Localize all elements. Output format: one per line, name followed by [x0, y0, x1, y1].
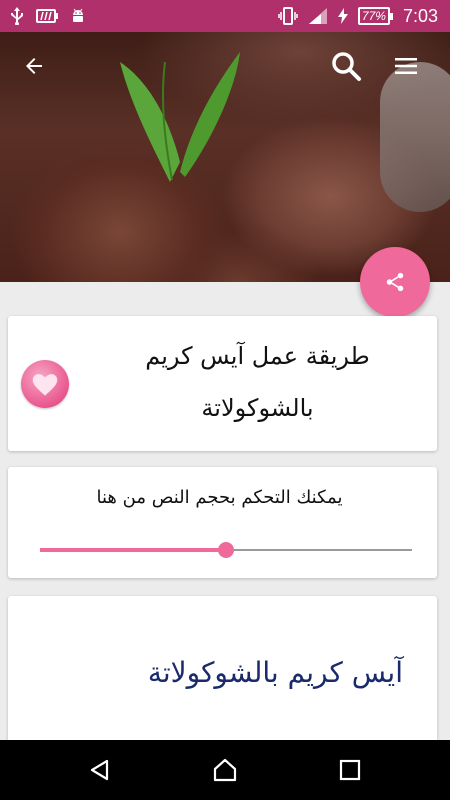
favorite-button[interactable]	[21, 360, 69, 408]
vibrate-icon	[278, 7, 298, 25]
android-icon	[73, 8, 83, 22]
text-size-slider[interactable]	[40, 542, 412, 558]
heart-icon	[32, 374, 58, 396]
text-size-label: يمكنك التحكم بحجم النص من هنا	[96, 487, 343, 508]
recipe-image	[0, 32, 450, 282]
menu-icon	[395, 58, 417, 74]
recipe-content-card: آيس كريم بالشوكولاتة	[8, 596, 437, 756]
recipe-title-card: طريقة عمل آيس كريم بالشوكولاتة	[8, 316, 437, 451]
back-button[interactable]	[16, 48, 52, 84]
mint-leaf-image	[120, 52, 240, 182]
status-time: 7:03	[402, 5, 438, 26]
slider-thumb[interactable]	[218, 542, 234, 558]
search-icon	[332, 52, 361, 81]
usb-icon	[11, 7, 23, 25]
nav-back-icon	[90, 759, 109, 781]
search-button[interactable]	[328, 48, 364, 84]
signal-icon	[308, 8, 327, 24]
nav-home-button[interactable]	[205, 750, 245, 790]
status-bar: 77% 7:03	[0, 0, 450, 32]
recipe-title: طريقة عمل آيس كريم بالشوكولاتة	[145, 342, 370, 422]
notification-icons	[10, 0, 86, 32]
home-icon	[213, 758, 237, 782]
text-size-card: يمكنك التحكم بحجم النص من هنا	[8, 467, 437, 578]
nav-recents-button[interactable]	[330, 750, 370, 790]
arrow-back-icon	[26, 58, 42, 74]
recipe-heading: آيس كريم بالشوكولاتة	[147, 656, 403, 689]
menu-button[interactable]	[388, 48, 424, 84]
share-icon	[386, 272, 404, 292]
share-button[interactable]	[360, 247, 430, 317]
battery-percent: 77%	[357, 7, 390, 25]
battery-indicator: 77%	[357, 7, 393, 25]
slider-fill	[40, 548, 226, 552]
system-icons: 77% 7:03	[278, 0, 438, 32]
nav-back-button[interactable]	[80, 750, 120, 790]
battery-alert-icon	[36, 9, 58, 23]
recents-icon	[339, 759, 361, 781]
charging-icon	[337, 8, 348, 24]
navigation-bar	[0, 740, 450, 800]
